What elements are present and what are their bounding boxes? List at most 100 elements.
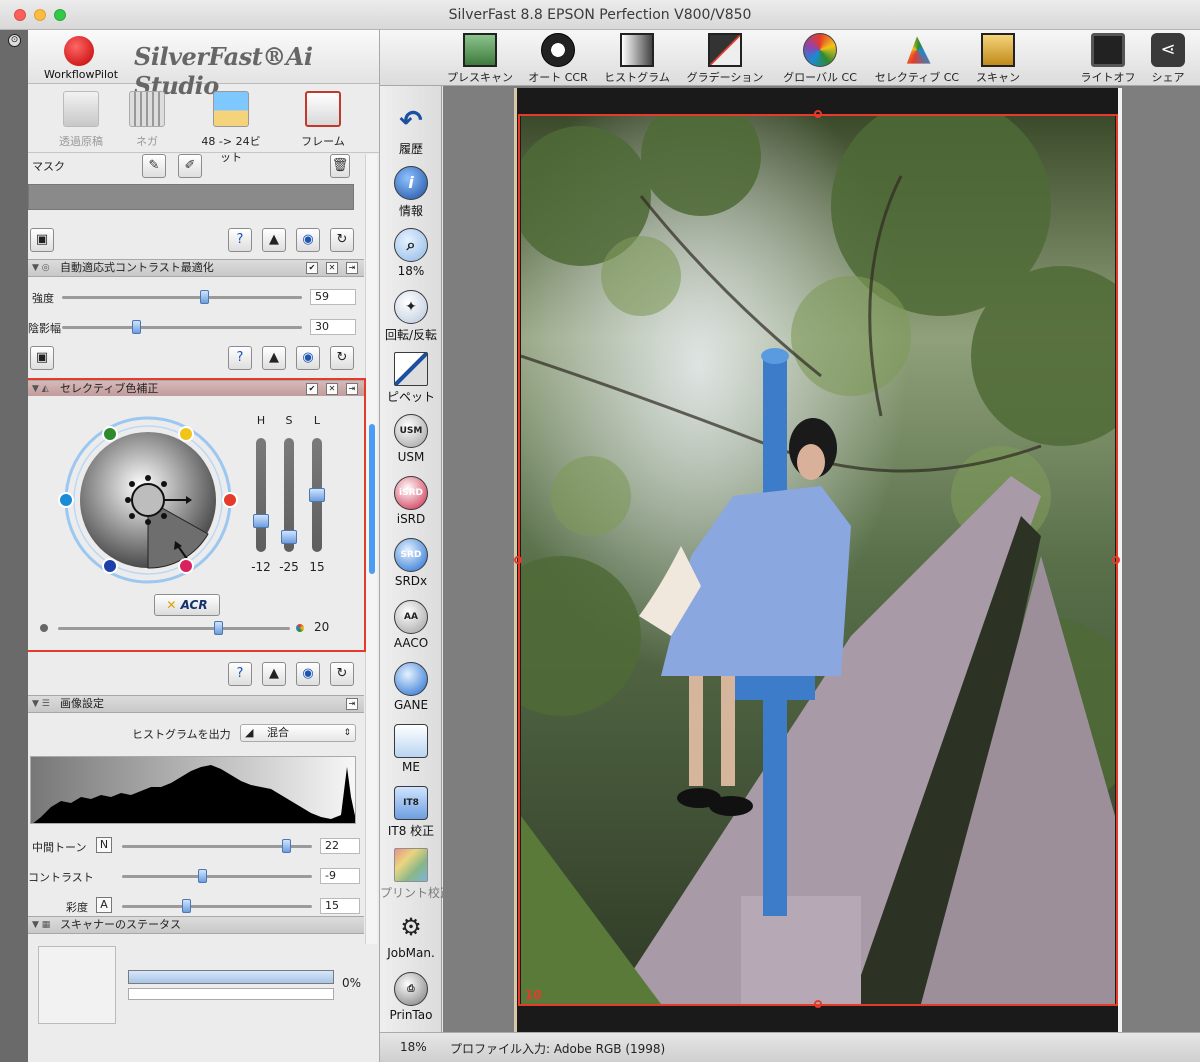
frame-handle-right[interactable] <box>1112 556 1120 564</box>
contrast-value[interactable]: -9 <box>320 868 360 884</box>
shadow-knob[interactable] <box>132 320 141 334</box>
midtone-knob[interactable] <box>282 839 291 853</box>
help-icon[interactable]: ? <box>228 662 252 686</box>
undo-arrow-icon: ↶ <box>399 104 423 137</box>
bitdepth-mode[interactable]: 48 -> 24ビット <box>198 91 264 165</box>
scan-progress-bar-secondary <box>128 988 334 1000</box>
scanner-status-header[interactable]: ▼ ▦ スキャナーのステータス <box>28 916 364 934</box>
info-icon: i <box>394 166 428 200</box>
saturation-knob[interactable] <box>182 899 191 913</box>
save-preset-icon[interactable]: ▣ <box>30 346 54 370</box>
reset-icon[interactable]: ↻ <box>330 346 354 370</box>
history-tool[interactable]: ↶ 履歴 <box>380 104 442 157</box>
select-arrows-icon: ⇕ <box>343 728 351 738</box>
save-preset-icon[interactable]: ▣ <box>30 228 54 252</box>
reset-x-icon[interactable]: ✕ <box>326 262 338 274</box>
histogram-button[interactable]: ヒストグラム <box>598 33 676 85</box>
rotate-tool[interactable]: ✦ 回転/反転 <box>380 290 442 343</box>
quicktime-icon[interactable]: ◉ <box>296 346 320 370</box>
histogram[interactable] <box>30 756 356 824</box>
scan-button[interactable]: スキャン <box>972 33 1024 85</box>
panel-toggle-icon[interactable]: ⊙ <box>8 34 21 47</box>
printao-tool[interactable]: ⎙ PrinTao <box>380 972 442 1022</box>
mask-brush-button[interactable]: ✐ <box>178 154 202 178</box>
help-icon[interactable]: ? <box>228 346 252 370</box>
print-calibration-tool[interactable]: プリント校正 <box>380 848 452 901</box>
frame-handle-bottom[interactable] <box>814 1000 822 1008</box>
midtone-mode-button[interactable]: N <box>96 837 112 853</box>
negative-mode[interactable]: ネガ <box>114 91 180 149</box>
mask-bar <box>28 184 354 210</box>
strength-slider-row: 強度 59 <box>28 287 364 307</box>
image-settings-header[interactable]: ▼ ☰ 画像設定 ⇥ <box>28 695 364 713</box>
panel-scroll-thumb[interactable] <box>369 424 375 574</box>
detach-icon[interactable]: ⇥ <box>346 698 358 710</box>
info-tool[interactable]: i 情報 <box>380 166 442 219</box>
it8-label: IT8 校正 <box>387 824 435 838</box>
saturation-mode-button[interactable]: A <box>96 897 112 913</box>
rotate-label: 回転/反転 <box>384 328 438 342</box>
printer-icon: ⎙ <box>394 972 428 1006</box>
collapse-toggle-icon[interactable]: ▼ ◎ <box>32 260 50 276</box>
saturation-label: 彩度 <box>66 901 88 914</box>
gradation-button[interactable]: グラデーション <box>682 33 768 85</box>
mask-draw-button[interactable]: ✎ <box>142 154 166 178</box>
gane-tool[interactable]: GANE <box>380 662 442 712</box>
frame-mode[interactable]: フレーム <box>290 91 356 149</box>
transparency-mode[interactable]: 透過原稿 <box>48 91 114 149</box>
me-tool[interactable]: ME <box>380 724 442 774</box>
hist-mode-value: 混合 <box>267 726 289 739</box>
scan-frame[interactable] <box>518 114 1118 1006</box>
learn-icon[interactable]: ▲ <box>262 346 286 370</box>
it8-tool[interactable]: IT8 IT8 校正 <box>380 786 442 839</box>
aaco-label: AACO <box>393 636 429 650</box>
frame-handle-left[interactable] <box>514 556 522 564</box>
isrd-tool[interactable]: iSRD iSRD <box>380 476 442 526</box>
shadow-value[interactable]: 30 <box>310 319 356 335</box>
reset-icon[interactable]: ↻ <box>330 228 354 252</box>
mode-bar: 透過原稿 ネガ 48 -> 24ビット フレーム <box>28 85 379 164</box>
auto-ccr-button[interactable]: オート CCR <box>522 33 594 85</box>
collapse-toggle-icon[interactable]: ▼ ▦ <box>32 917 50 933</box>
collapse-toggle-icon[interactable]: ▼ ☰ <box>32 696 50 712</box>
contrast-track[interactable] <box>122 875 312 878</box>
me-label: ME <box>402 760 420 774</box>
midtone-value[interactable]: 22 <box>320 838 360 854</box>
panel-scrollbar[interactable] <box>365 154 377 944</box>
usm-tool[interactable]: USM USM <box>380 414 442 464</box>
workflowpilot-icon[interactable] <box>64 36 94 66</box>
enable-check-icon[interactable]: ✔ <box>306 262 318 274</box>
learn-icon[interactable]: ▲ <box>262 662 286 686</box>
quicktime-icon[interactable]: ◉ <box>296 228 320 252</box>
strength-value[interactable]: 59 <box>310 289 356 305</box>
shadow-track[interactable] <box>62 326 302 329</box>
auto-contrast-header[interactable]: ▼ ◎ 自動適応式コントラスト最適化 ✔ ✕ ⇥ <box>28 259 364 277</box>
frame-handle-top[interactable] <box>814 110 822 118</box>
strength-knob[interactable] <box>200 290 209 304</box>
strength-track[interactable] <box>62 296 302 299</box>
hist-mode-select[interactable]: ◢ 混合 ⇕ <box>240 724 356 742</box>
help-icon[interactable]: ? <box>228 228 252 252</box>
frame-label: フレーム <box>301 135 345 148</box>
saturation-value[interactable]: 15 <box>320 898 360 914</box>
pipette-tool[interactable]: ピペット <box>380 352 442 405</box>
prescan-button[interactable]: プレスキャン <box>444 33 516 85</box>
lights-off-button[interactable]: ライトオフ <box>1074 33 1142 85</box>
contrast-label: コントラスト <box>28 871 94 884</box>
srdx-tool[interactable]: SRD SRDx <box>380 538 442 588</box>
global-cc-button[interactable]: グローバル CC <box>778 33 862 85</box>
share-button[interactable]: ⋖ シェア <box>1146 33 1190 85</box>
usm-label: USM <box>397 450 425 464</box>
learn-icon[interactable]: ▲ <box>262 228 286 252</box>
contrast-knob[interactable] <box>198 869 207 883</box>
aaco-tool[interactable]: AA AACO <box>380 600 442 650</box>
quicktime-icon[interactable]: ◉ <box>296 662 320 686</box>
mask-delete-button[interactable]: 🗑 <box>330 154 350 178</box>
zoom-tool[interactable]: ⌕ 18% <box>380 228 442 278</box>
selective-cc-button[interactable]: セレクティブ CC <box>870 33 964 85</box>
saturation-track[interactable] <box>122 905 312 908</box>
reset-icon[interactable]: ↻ <box>330 662 354 686</box>
jobmanager-label: JobMan. <box>387 946 435 960</box>
jobmanager-tool[interactable]: ⚙ JobMan. <box>380 910 442 960</box>
detach-icon[interactable]: ⇥ <box>346 262 358 274</box>
